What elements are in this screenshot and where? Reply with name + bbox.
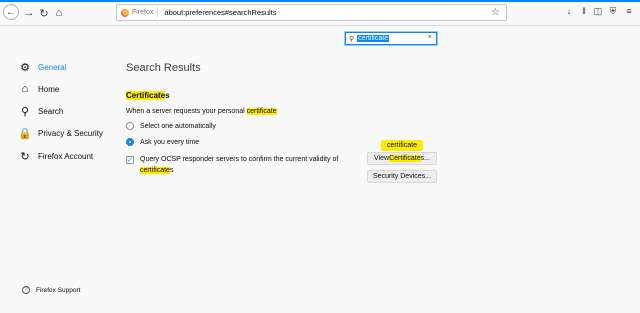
download-icon[interactable]: ↓ [563,6,575,16]
firefox-logo-icon [121,8,129,17]
radio-select-automatically[interactable]: Select one automatically [126,122,216,130]
sidebar-item-privacy[interactable]: 🔒 Privacy & Security [18,124,111,142]
radio-label: Ask you every time [140,138,200,146]
ocsp-checkbox-row[interactable]: ✓ Query OCSP responder servers to confir… [126,154,360,176]
search-icon: ⚲ [349,35,355,43]
radio-button[interactable] [126,138,134,146]
back-button[interactable]: ← [3,4,19,20]
search-highlight: Certificate [389,155,421,162]
firefox-support-link[interactable]: ? Firefox Support [22,286,80,294]
description-text: When a server requests your personal [126,108,247,115]
search-highlight: certificate [140,167,170,174]
radio-button[interactable] [126,122,134,130]
search-icon: ⚲ [20,105,30,118]
library-icon[interactable]: ‖ [578,6,590,16]
button-text-suffix: s... [420,155,430,162]
clear-search-icon[interactable]: × [428,34,432,41]
sidebar-item-label: General [38,62,67,72]
gear-icon: ⚙ [20,61,30,74]
tab-strip [0,0,640,2]
identity-box[interactable]: Firefox [117,7,159,18]
certificate-description: When a server requests your personal cer… [126,108,277,115]
ocsp-suffix: s [169,167,174,174]
lock-icon: 🔒 [18,127,32,140]
search-highlight: Certificate [126,91,166,100]
sidebar-item-label: Home [38,84,60,94]
view-certificates-button[interactable]: View Certificate s... [367,152,437,165]
support-label: Firefox Support [36,286,81,294]
sidebar-item-firefox-account[interactable]: ↻ Firefox Account [19,147,111,165]
security-devices-button[interactable]: Security Devices... [367,170,437,183]
bookmark-star-icon[interactable]: ☆ [491,7,500,18]
section-title-suffix: s [165,91,170,100]
url-text[interactable]: about:preferences#searchResults [164,8,276,17]
sidebar-item-label: Firefox Account [38,151,94,161]
sidebar-item-label: Privacy & Security [38,128,103,138]
sidebar-item-label: Search [38,106,64,116]
section-title: Certificates [126,91,170,100]
shield-icon[interactable]: ⛨ [607,6,619,17]
browser-toolbar: ← → ↻ ⌂ Firefox about:preferences#search… [0,0,640,26]
search-highlight: certificate [246,108,277,115]
ocsp-checkbox[interactable]: ✓ [126,156,134,164]
search-tooltip: certificate [381,140,423,151]
preferences-search-input[interactable]: ⚲ certificate × [345,32,437,45]
sidebar-icon[interactable]: ◫ [592,6,604,17]
radio-label: Select one automatically [140,122,216,130]
search-value[interactable]: certificate [357,35,390,42]
url-brand-label: Firefox [132,9,154,16]
ocsp-text: Query OCSP responder servers to confirm … [140,156,339,163]
radio-ask-every-time[interactable]: Ask you every time [126,138,199,146]
menu-icon[interactable]: ≡ [623,6,635,16]
sync-icon: ↻ [20,150,30,163]
home-icon: ⌂ [21,83,29,95]
ocsp-label: Query OCSP responder servers to confirm … [140,154,360,176]
sidebar-item-home[interactable]: ⌂ Home [19,80,111,98]
forward-button[interactable]: → [22,6,36,20]
button-text: View [374,155,390,162]
sidebar-item-general[interactable]: ⚙ General [19,58,111,76]
help-icon: ? [22,286,30,294]
page-title: Search Results [126,62,201,74]
home-button[interactable]: ⌂ [52,6,66,20]
sidebar-item-search[interactable]: ⚲ Search [19,102,111,120]
url-bar[interactable]: Firefox about:preferences#searchResults … [116,4,507,21]
reload-button[interactable]: ↻ [37,6,51,20]
